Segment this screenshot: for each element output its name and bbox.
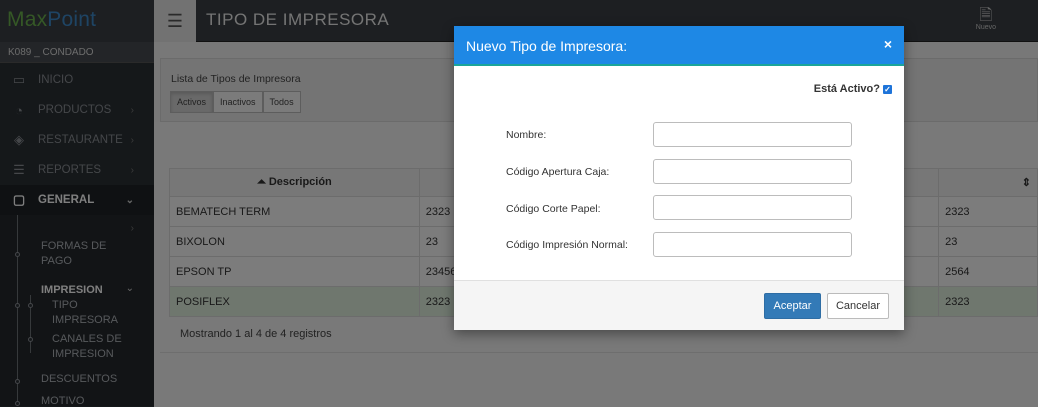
codigo-corte-papel-label: Código Corte Papel: bbox=[506, 203, 601, 215]
codigo-corte-papel-input[interactable] bbox=[653, 195, 852, 220]
nombre-label: Nombre: bbox=[506, 129, 547, 141]
activo-label: Está Activo? bbox=[813, 83, 880, 95]
activo-checkbox-group[interactable]: Está Activo? ✓ bbox=[814, 83, 892, 95]
codigo-impresion-normal-input[interactable] bbox=[653, 232, 852, 257]
cancelar-button[interactable]: Cancelar bbox=[827, 293, 889, 319]
modal-title: Nuevo Tipo de Impresora: bbox=[466, 38, 628, 54]
new-printer-type-modal: Nuevo Tipo de Impresora: × Está Activo? … bbox=[454, 26, 904, 330]
nombre-input[interactable] bbox=[653, 122, 852, 147]
codigo-apertura-caja-input[interactable] bbox=[653, 159, 852, 184]
activo-checkbox[interactable]: ✓ bbox=[883, 84, 892, 94]
codigo-impresion-normal-label: Código Impresión Normal: bbox=[506, 239, 628, 251]
modal-header: Nuevo Tipo de Impresora: × bbox=[454, 26, 904, 66]
modal-footer: Aceptar Cancelar bbox=[454, 280, 904, 330]
codigo-apertura-caja-label: Código Apertura Caja: bbox=[506, 166, 610, 178]
aceptar-button[interactable]: Aceptar bbox=[764, 293, 821, 319]
close-icon[interactable]: × bbox=[884, 36, 892, 52]
